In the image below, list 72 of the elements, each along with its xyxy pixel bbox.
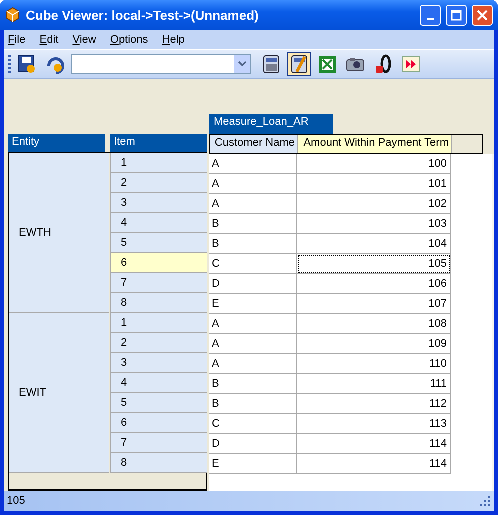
- row-header: Entity: [8, 134, 105, 152]
- item-cell[interactable]: 4: [110, 373, 207, 393]
- table-cell: 108: [297, 314, 451, 334]
- table-cell: C: [209, 414, 297, 434]
- entity-cell: EWTH: [9, 153, 109, 313]
- table-cell: 102: [297, 194, 451, 214]
- item-cell[interactable]: 7: [110, 433, 207, 453]
- table-cell: D: [209, 434, 297, 454]
- item-cell[interactable]: 1: [110, 153, 207, 173]
- menu-item[interactable]: View: [68, 34, 102, 46]
- status-text: 105: [7, 495, 26, 507]
- table-cell: 100: [297, 154, 451, 174]
- item-cell[interactable]: 3: [110, 353, 207, 373]
- item-cell[interactable]: 8: [110, 293, 207, 313]
- table-cell: E: [209, 294, 297, 314]
- calculator-pencil-button[interactable]: [287, 52, 311, 76]
- item-cell[interactable]: 2: [110, 173, 207, 193]
- table-cell: 105: [297, 254, 451, 274]
- menu-item[interactable]: Edit: [36, 34, 65, 46]
- table-cell: 112: [297, 394, 451, 414]
- item-cell[interactable]: 3: [110, 193, 207, 213]
- table-cell: 106: [297, 274, 451, 294]
- measure-tab[interactable]: Measure_Loan_AR: [209, 114, 333, 134]
- view-combo-box[interactable]: [71, 54, 251, 74]
- maximize-icon: [451, 10, 462, 20]
- table-cell: 111: [297, 374, 451, 394]
- item-cell[interactable]: 8: [110, 453, 207, 473]
- item-cell[interactable]: 7: [110, 273, 207, 293]
- table-cell: 113: [297, 414, 451, 434]
- table-cell: B: [209, 374, 297, 394]
- column-header: Customer Name: [210, 135, 298, 153]
- window-title: Cube Viewer: local->Test->(Unnamed): [26, 8, 260, 22]
- item-cell[interactable]: 6: [110, 253, 207, 273]
- item-cell[interactable]: 5: [110, 233, 207, 253]
- table-cell: 110: [297, 354, 451, 374]
- table-cell: 109: [297, 334, 451, 354]
- minimize-button[interactable]: [420, 4, 441, 26]
- minimize-icon: [427, 18, 434, 20]
- close-button[interactable]: [472, 4, 493, 26]
- table-cell: A: [209, 314, 297, 334]
- table-cell: C: [209, 254, 297, 274]
- menu-item[interactable]: Options: [106, 34, 154, 46]
- table-cell: B: [209, 234, 297, 254]
- table-cell: 114: [297, 454, 451, 474]
- table-cell: 103: [297, 214, 451, 234]
- table-cell: A: [209, 354, 297, 374]
- table-cell: B: [209, 214, 297, 234]
- item-cell[interactable]: 2: [110, 333, 207, 353]
- table-cell: A: [209, 334, 297, 354]
- resize-grip-icon: [480, 496, 490, 506]
- item-cell[interactable]: 6: [110, 413, 207, 433]
- item-cell[interactable]: 4: [110, 213, 207, 233]
- table-cell: 107: [297, 294, 451, 314]
- table-cell: B: [209, 394, 297, 414]
- column-header: Amount Within Payment Term: [298, 135, 452, 153]
- row-header: Item: [110, 134, 207, 152]
- table-cell: 101: [297, 174, 451, 194]
- menu-item[interactable]: Help: [158, 34, 191, 46]
- table-cell: A: [209, 154, 297, 174]
- close-icon: [477, 10, 488, 20]
- table-cell: D: [209, 274, 297, 294]
- table-cell: E: [209, 454, 297, 474]
- menu-item[interactable]: File: [4, 34, 32, 46]
- table-cell: 114: [297, 434, 451, 454]
- table-cell: 104: [297, 234, 451, 254]
- table-cell: A: [209, 174, 297, 194]
- entity-cell: EWIT: [9, 313, 109, 473]
- maximize-button[interactable]: [446, 4, 467, 26]
- cube-icon: [5, 7, 21, 23]
- table-cell: A: [209, 194, 297, 214]
- item-cell[interactable]: 5: [110, 393, 207, 413]
- item-cell[interactable]: 1: [110, 313, 207, 333]
